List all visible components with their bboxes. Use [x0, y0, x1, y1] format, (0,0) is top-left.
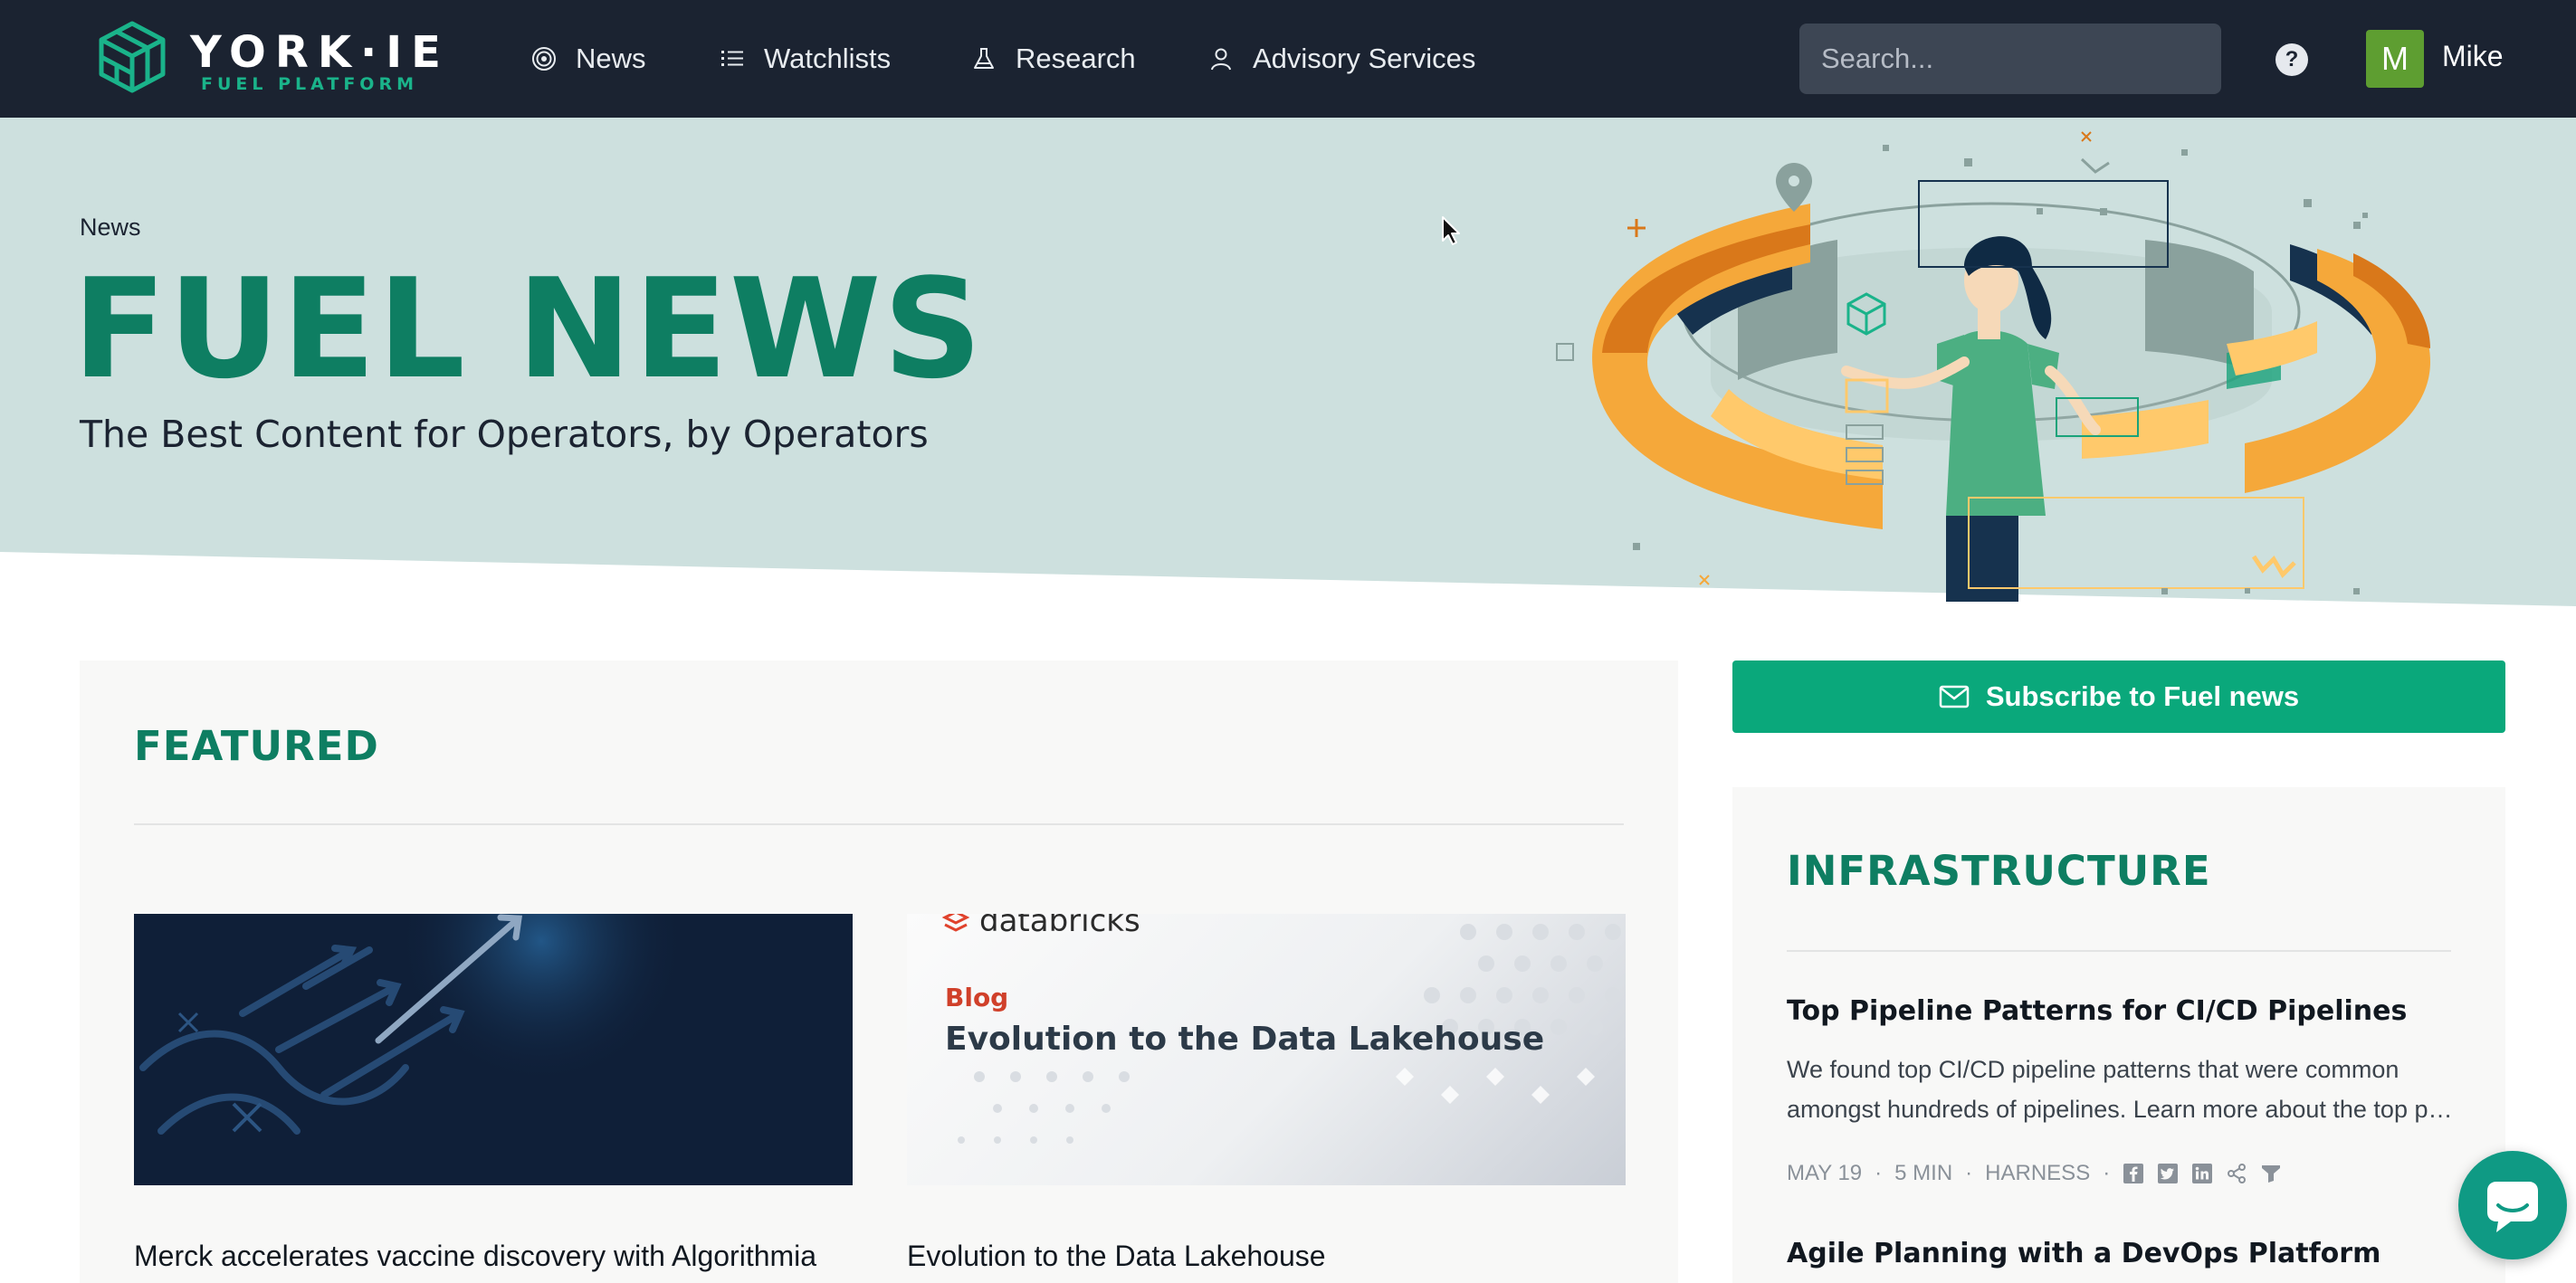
page-title: FUEL NEWS — [72, 249, 985, 409]
logo-wordmark: YORK·IE — [190, 27, 450, 78]
york-ie-logo[interactable]: YORK·IE FUEL PLATFORM — [87, 18, 467, 105]
featured-divider — [134, 823, 1624, 825]
meta-separator: · — [1965, 1161, 1973, 1185]
infrastructure-section: INFRASTRUCTURE Top Pipeline Patterns for… — [1732, 787, 2505, 1283]
breadcrumb[interactable]: News — [80, 214, 141, 242]
card-image-databricks[interactable]: databricks Blog Evolution to the Data La… — [907, 914, 1626, 1185]
arrows-graphic — [139, 914, 686, 1135]
card-title-merck[interactable]: Merck accelerates vaccine discovery with… — [134, 1240, 816, 1273]
meta-separator: · — [2103, 1161, 2111, 1185]
person-icon — [1211, 48, 1231, 71]
linkedin-icon[interactable] — [2191, 1163, 2213, 1184]
article-meta: MAY 19 · 5 MIN · HARNESS · — [1787, 1158, 2295, 1189]
article-date: MAY 19 — [1787, 1161, 1863, 1185]
article-title-agile[interactable]: Agile Planning with a DevOps Platform — [1787, 1238, 2380, 1269]
chat-widget-button[interactable] — [2458, 1151, 2567, 1259]
search-input[interactable] — [1799, 24, 2221, 94]
mouse-cursor-icon — [1442, 216, 1460, 245]
meta-separator: · — [1875, 1161, 1883, 1185]
chat-bubble-icon — [2487, 1182, 2538, 1232]
nav-news[interactable]: News — [530, 36, 646, 81]
infrastructure-title: INFRASTRUCTURE — [1787, 847, 2211, 895]
envelope-icon — [1939, 685, 1970, 708]
nav-research-label: Research — [1016, 43, 1136, 74]
list-icon — [721, 51, 743, 66]
filter-icon[interactable] — [2260, 1163, 2282, 1184]
top-navbar: YORK·IE FUEL PLATFORM News Watchlists Re… — [0, 0, 2576, 118]
username[interactable]: Mike — [2442, 40, 2504, 73]
nav-news-label: News — [576, 43, 646, 74]
page-subtitle: The Best Content for Operators, by Opera… — [80, 413, 929, 456]
article-desc-line2: amongst hundreds of pipelines. Learn mor… — [1787, 1096, 2457, 1123]
nav-watchlists[interactable]: Watchlists — [719, 36, 891, 81]
subscribe-button[interactable]: Subscribe to Fuel news — [1732, 661, 2505, 733]
help-icon[interactable]: ? — [2275, 43, 2308, 76]
hero-illustration — [1556, 131, 2430, 602]
featured-title: FEATURED — [134, 722, 379, 770]
featured-section: FEATURED databricks Blog Evolution to th… — [80, 661, 1678, 1283]
infrastructure-divider — [1787, 950, 2451, 952]
subscribe-label: Subscribe to Fuel news — [1985, 680, 2300, 712]
target-icon — [532, 47, 556, 71]
card-title-lakehouse[interactable]: Evolution to the Data Lakehouse — [907, 1240, 1326, 1273]
card-image-merck[interactable] — [134, 914, 853, 1185]
nav-watchlists-label: Watchlists — [764, 43, 892, 74]
twitter-icon[interactable] — [2157, 1163, 2179, 1184]
flask-icon — [974, 48, 994, 69]
image-title: Evolution to the Data Lakehouse — [945, 1021, 1545, 1058]
logo-subtitle: FUEL PLATFORM — [201, 74, 418, 94]
article-title-pipelines[interactable]: Top Pipeline Patterns for CI/CD Pipeline… — [1787, 995, 2407, 1027]
nav-advisory-services[interactable]: Advisory Services — [1207, 36, 1475, 81]
share-icon[interactable] — [2226, 1163, 2247, 1184]
nav-research[interactable]: Research — [970, 36, 1136, 81]
blog-tag: Blog — [945, 983, 1009, 1012]
nav-advisory-label: Advisory Services — [1253, 43, 1476, 74]
cube-logo-icon — [99, 21, 166, 93]
article-read-time: 5 MIN — [1894, 1161, 1953, 1185]
hero-banner: News FUEL NEWS The Best Content for Oper… — [0, 118, 2576, 608]
facebook-icon[interactable] — [2123, 1163, 2144, 1184]
article-source[interactable]: HARNESS — [1985, 1161, 2090, 1186]
avatar[interactable]: M — [2366, 30, 2424, 88]
article-description: We found top CI/CD pipeline patterns tha… — [1787, 1050, 2457, 1129]
databricks-logo: databricks — [979, 914, 1140, 939]
article-desc-line1: We found top CI/CD pipeline patterns tha… — [1787, 1056, 2399, 1083]
